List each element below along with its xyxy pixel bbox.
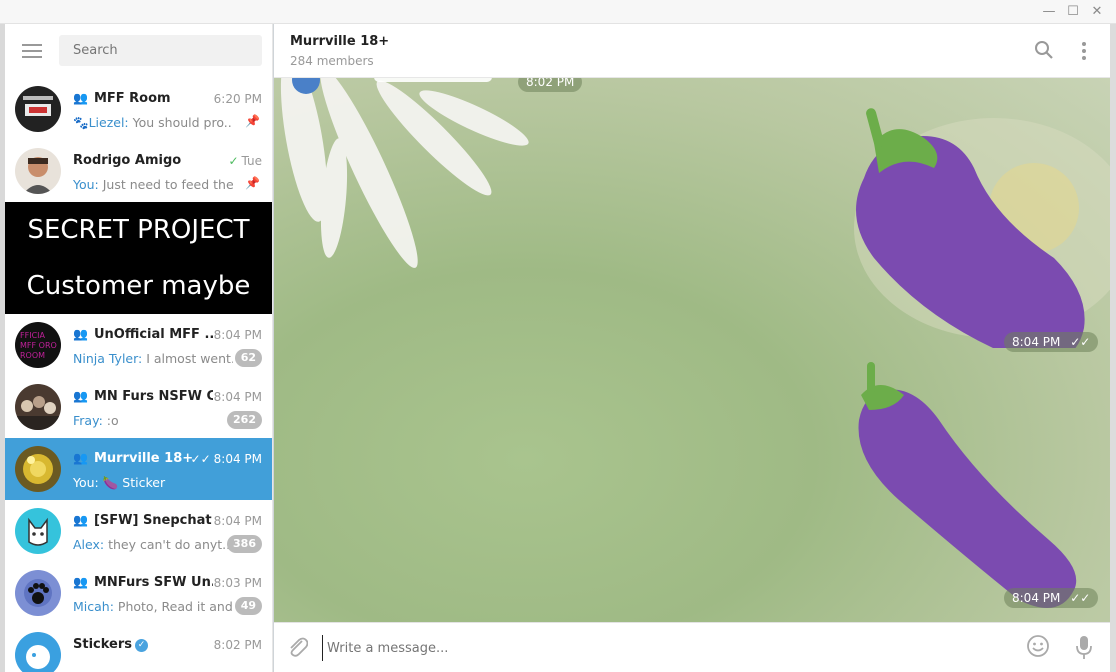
chat-item-mn-furs-nsfw[interactable]: 👥 MN Furs NSFW C... 8:04 PM Fray: :o 262 [5, 376, 272, 438]
avatar [15, 570, 61, 616]
message-input[interactable] [322, 635, 1002, 661]
chat-title: [SFW] Snepchat +... [93, 513, 213, 528]
chat-item-stickers[interactable]: Stickers ✓ 8:02 PM [5, 624, 272, 672]
group-icon: 👥 [73, 451, 88, 465]
search-input[interactable] [59, 35, 262, 66]
more-vertical-icon[interactable] [1080, 41, 1088, 66]
svg-text:FFICIA: FFICIA [20, 331, 46, 340]
avatar [15, 508, 61, 554]
group-icon: 👥 [73, 575, 88, 589]
group-icon: 👥 [73, 327, 88, 341]
avatar [15, 86, 61, 132]
chat-header: Murrville 18+ 284 members [274, 24, 1110, 78]
double-check-icon: ✓✓ [190, 452, 211, 466]
chat-title: MFF Room [93, 91, 171, 106]
chat-time: 8:04 PM [213, 390, 262, 404]
avatar [15, 446, 61, 492]
chat-item-rodrigo-amigo[interactable]: Rodrigo Amigo ✓ Tue You: Just need to fee… [5, 140, 272, 202]
read-check-icon: ✓ [228, 154, 239, 168]
pin-icon: 📌 [245, 176, 260, 190]
chat-preview: Just need to feed the... [98, 177, 233, 192]
chat-preview: 🍆 Sticker [98, 475, 166, 490]
verified-icon: ✓ [135, 639, 149, 652]
chat-sender: You: [73, 475, 99, 490]
chat-title: MNFurs SFW Un... [93, 575, 213, 590]
chat-sender: Liezel: [88, 115, 129, 130]
chat-item-snepchat[interactable]: 👥 [SFW] Snepchat +... 8:04 PM Alex: they … [5, 500, 272, 562]
avatar [15, 632, 61, 672]
chat-title: Rodrigo Amigo [73, 153, 182, 168]
unread-badge: 262 [227, 411, 262, 429]
group-icon: 👥 [73, 513, 88, 527]
pin-icon: 📌 [245, 114, 260, 128]
unread-badge: 386 [227, 535, 262, 553]
unread-badge: 49 [234, 597, 262, 615]
chat-preview: they can't do anyt... [104, 537, 233, 552]
message-time: 8:04 PM [1012, 335, 1061, 349]
unread-badge: 62 [234, 349, 262, 367]
secret-project-banner: SECRET PROJECT Customer maybe [5, 202, 272, 314]
group-icon: 👥 [73, 91, 88, 105]
chat-title: UnOfficial MFF ... [93, 327, 213, 342]
chat-item-unofficial-mff[interactable]: FFICIA MFF ORO ROOM 👥 UnOfficial MFF ... 8:… [5, 314, 272, 376]
microphone-icon[interactable] [1074, 634, 1094, 665]
search-icon[interactable] [1034, 40, 1054, 65]
paperclip-icon[interactable] [286, 634, 309, 663]
chat-title: MN Furs NSFW C... [93, 389, 213, 404]
sidebar: 👥 MFF Room 6:20 PM 🐾Liezel: You should pr… [5, 24, 273, 672]
chat-preview: You should pro... [128, 115, 233, 130]
chat-time: 8:04 PM [213, 514, 262, 528]
chat-time: 8:04 PM [213, 452, 262, 466]
chat-sender: Fray: [73, 413, 103, 428]
window-titlebar: — ☐ ✕ [0, 0, 1116, 24]
message-time: 8:02 PM [526, 78, 575, 89]
double-check-icon: ✓✓ [1070, 591, 1091, 605]
chat-preview: :o [102, 413, 119, 428]
paw-icon: 🐾 [73, 115, 89, 130]
svg-text:ROOM: ROOM [20, 351, 45, 360]
chat-item-murrville[interactable]: 👥 Murrville 18+ ✓✓ 8:04 PM You: 🍆 Sticker [5, 438, 272, 500]
chat-time: Tue [241, 154, 263, 168]
chat-header-members: 284 members [290, 54, 374, 68]
chat-time: 8:04 PM [213, 328, 262, 342]
chat-time: 6:20 PM [213, 92, 262, 106]
banner-line-2: Customer maybe [26, 271, 251, 301]
chat-header-title[interactable]: Murrville 18+ [290, 34, 389, 49]
chat-time: 8:02 PM [213, 638, 262, 652]
chat-preview: Photo, Read it and... [113, 599, 233, 614]
chat-sender: Micah: [73, 599, 114, 614]
avatar [15, 384, 61, 430]
avatar [15, 148, 61, 194]
svg-text:MFF ORO: MFF ORO [20, 341, 57, 350]
double-check-icon: ✓✓ [1070, 335, 1091, 349]
chat-sender: You: [73, 177, 99, 192]
maximize-button[interactable]: ☐ [1062, 3, 1084, 21]
eggplant-sticker[interactable] [834, 98, 1094, 348]
chat-sender: Ninja Tyler: [73, 351, 143, 366]
chat-title: Murrville 18+ [93, 451, 194, 466]
chat-item-mnfurs-sfw[interactable]: 👥 MNFurs SFW Un... 8:03 PM Micah: Photo, … [5, 562, 272, 624]
message-composer [274, 622, 1110, 672]
chat-sender: Alex: [73, 537, 105, 552]
chat-title: Stickers [73, 637, 133, 652]
chat-messages-area[interactable]: 8:02 PM 8:04 PM ✓✓ 8:04 PM ✓✓ [274, 78, 1110, 622]
emoji-icon[interactable] [1026, 634, 1050, 663]
scrollbar[interactable] [1110, 24, 1116, 672]
message-time: 8:04 PM [1012, 591, 1061, 605]
eggplant-sticker[interactable] [849, 360, 1089, 610]
chat-panel: Murrville 18+ 284 members 8:02 PM 8:04 P… [274, 24, 1110, 672]
chat-time: 8:03 PM [213, 576, 262, 590]
banner-line-1: SECRET PROJECT [27, 215, 250, 245]
minimize-button[interactable]: — [1038, 3, 1060, 21]
hamburger-icon[interactable] [22, 44, 42, 58]
close-button[interactable]: ✕ [1086, 3, 1108, 21]
avatar: FFICIA MFF ORO ROOM [15, 322, 61, 368]
sidebar-header [5, 24, 272, 78]
chat-preview: I almost went... [142, 351, 233, 366]
chat-item-mff-room[interactable]: 👥 MFF Room 6:20 PM 🐾Liezel: You should pr… [5, 78, 272, 140]
group-icon: 👥 [73, 389, 88, 403]
